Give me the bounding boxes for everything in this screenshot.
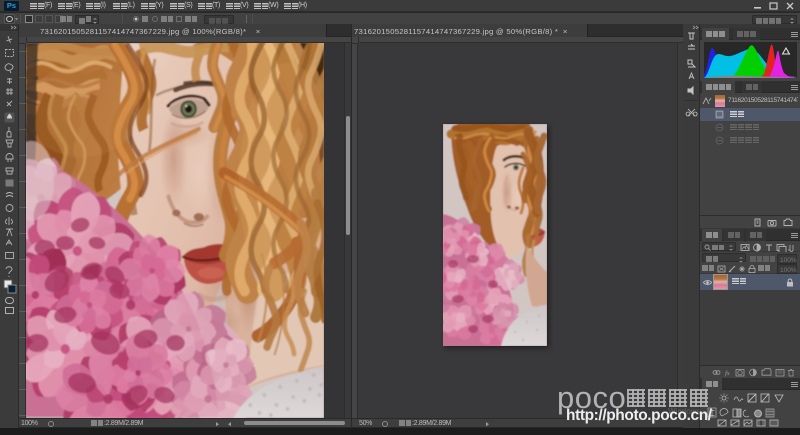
svg-text:fx: fx: [725, 370, 730, 377]
svg-text:!: !: [787, 49, 788, 54]
